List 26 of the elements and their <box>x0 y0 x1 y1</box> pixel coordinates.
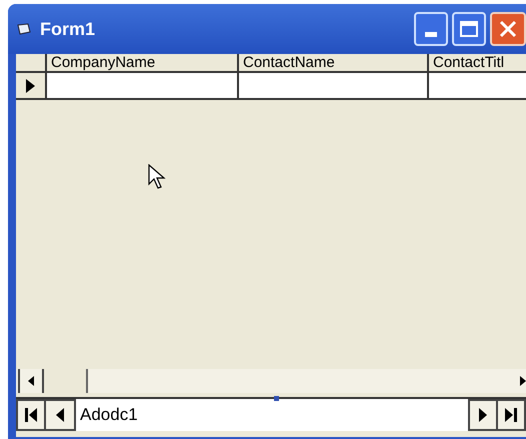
grid-cell[interactable] <box>47 73 239 98</box>
last-icon <box>505 408 517 422</box>
grid-cell[interactable] <box>239 73 429 98</box>
horizontal-scrollbar[interactable] <box>16 369 526 393</box>
resize-handle[interactable] <box>274 396 279 401</box>
mouse-pointer-icon <box>148 164 166 190</box>
adodc-control[interactable]: Adodc1 <box>16 397 526 431</box>
last-record-button[interactable] <box>498 399 526 431</box>
first-icon <box>25 408 37 422</box>
next-record-button[interactable] <box>468 399 498 431</box>
current-row-icon <box>26 78 35 92</box>
minimize-icon <box>425 32 437 37</box>
adodc-caption: Adodc1 <box>80 404 138 426</box>
form-icon <box>16 23 32 35</box>
window-title: Form1 <box>40 18 96 40</box>
right-arrow-icon <box>520 376 526 386</box>
close-button[interactable] <box>490 12 526 46</box>
previous-icon <box>56 408 64 422</box>
left-arrow-icon <box>28 376 34 386</box>
first-record-button[interactable] <box>16 399 46 431</box>
minimize-button[interactable] <box>414 12 448 46</box>
maximize-button[interactable] <box>452 12 486 46</box>
previous-record-button[interactable] <box>46 399 76 431</box>
next-icon <box>479 408 487 422</box>
close-icon <box>498 19 518 39</box>
maximize-icon <box>460 21 478 37</box>
